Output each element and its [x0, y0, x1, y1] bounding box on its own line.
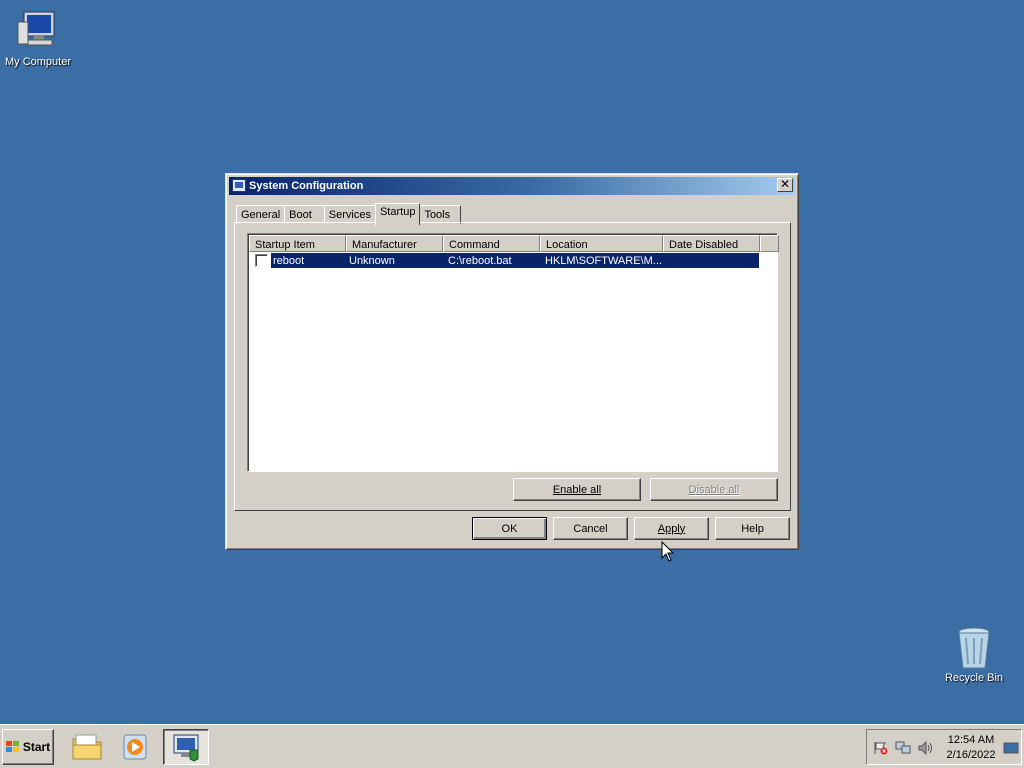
clock-date: 2/16/2022	[946, 749, 996, 761]
cell-manufacturer: Unknown	[349, 254, 395, 267]
windows-logo-icon	[5, 741, 20, 753]
media-player-icon	[123, 734, 147, 760]
column-header-date-disabled[interactable]: Date Disabled	[663, 235, 760, 252]
tab-startup[interactable]: Startup	[374, 203, 421, 225]
tab-strip: General Boot Services Startup Tools	[236, 203, 462, 225]
disable-all-label: Disable all	[688, 483, 740, 496]
disable-all-button[interactable]: Disable all	[650, 478, 778, 501]
close-button[interactable]: ✕	[777, 178, 793, 192]
cell-command: C:\reboot.bat	[448, 254, 512, 267]
desktop-icon-recycle-bin[interactable]: Recycle Bin	[936, 624, 1012, 684]
clock-time: 12:54 AM	[947, 734, 995, 746]
computer-icon	[14, 8, 62, 52]
enable-all-label: Enable all	[552, 483, 602, 496]
clock[interactable]: 12:54 AM 2/16/2022	[941, 733, 1001, 763]
cancel-button[interactable]: Cancel	[553, 517, 628, 540]
list-header: Startup Item Manufacturer Command Locati…	[249, 235, 779, 252]
start-label: Start	[22, 740, 51, 754]
system-configuration-icon	[173, 734, 199, 762]
ok-label: OK	[501, 522, 518, 535]
window-title: System Configuration	[249, 180, 364, 192]
cell-startup-item: reboot	[273, 254, 305, 267]
recycle-bin-icon	[950, 624, 998, 669]
desktop-icon-label: Recycle Bin	[944, 672, 1004, 684]
taskbar-system-configuration[interactable]	[163, 729, 209, 765]
help-button[interactable]: Help	[715, 517, 790, 540]
startup-item-checkbox[interactable]	[255, 254, 268, 267]
cancel-label: Cancel	[573, 522, 608, 535]
show-desktop-icon[interactable]	[1003, 741, 1019, 755]
column-header-manufacturer[interactable]: Manufacturer	[346, 235, 443, 252]
cell-location: HKLM\SOFTWARE\M...	[545, 254, 662, 267]
apply-label: Apply	[657, 522, 686, 535]
action-center-flag-icon[interactable]	[873, 741, 889, 755]
network-icon[interactable]	[895, 741, 911, 755]
column-header-filler	[760, 235, 779, 252]
enable-all-button[interactable]: Enable all	[513, 478, 641, 501]
window-titlebar[interactable]: System Configuration ✕	[229, 177, 795, 195]
start-button[interactable]: Start	[2, 729, 54, 765]
column-header-startup-item[interactable]: Startup Item	[249, 235, 346, 252]
column-header-command[interactable]: Command	[443, 235, 540, 252]
column-header-location[interactable]: Location	[540, 235, 663, 252]
taskbar: Start 12:54 AM 2/16/2022	[0, 724, 1024, 768]
file-explorer-icon	[72, 734, 102, 760]
close-icon: ✕	[779, 177, 791, 191]
system-tray: 12:54 AM 2/16/2022	[866, 729, 1022, 765]
mouse-cursor-icon	[661, 541, 675, 562]
table-row[interactable]: reboot Unknown C:\reboot.bat HKLM\SOFTWA…	[252, 253, 759, 268]
apply-button[interactable]: Apply	[634, 517, 709, 540]
help-label: Help	[741, 522, 764, 535]
desktop-icon-label: My Computer	[4, 56, 72, 68]
volume-icon[interactable]	[917, 741, 933, 755]
ok-button[interactable]: OK	[472, 517, 547, 540]
startup-items-list[interactable]: Startup Item Manufacturer Command Locati…	[247, 233, 779, 472]
system-configuration-icon	[232, 179, 246, 192]
row-selection: reboot Unknown C:\reboot.bat HKLM\SOFTWA…	[271, 253, 759, 268]
taskbar-media-player[interactable]	[112, 729, 158, 765]
taskbar-file-explorer[interactable]	[64, 729, 110, 765]
desktop-icon-my-computer[interactable]: My Computer	[0, 8, 76, 68]
